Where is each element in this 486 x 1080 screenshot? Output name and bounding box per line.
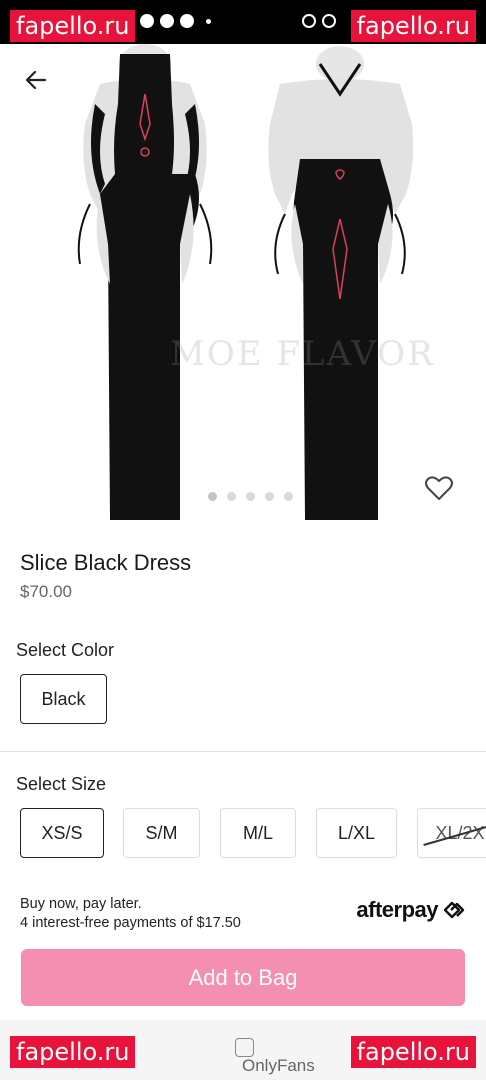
system-icons	[302, 14, 336, 28]
product-price: $70.00	[20, 582, 72, 601]
favorite-button[interactable]	[424, 474, 456, 506]
notification-icons	[140, 14, 211, 28]
pay-later-line2: 4 interest-free payments of $17.50	[20, 915, 241, 931]
pay-later-info: Buy now, pay later. 4 interest-free paym…	[20, 895, 241, 933]
more-notifications-icon	[206, 18, 211, 24]
alarm-icon	[302, 14, 316, 28]
pagination-dot[interactable]	[284, 492, 293, 501]
front-view-image	[77, 44, 213, 520]
add-to-bag-button[interactable]: Add to Bag	[21, 949, 465, 1006]
pagination-dot[interactable]	[265, 492, 274, 501]
watermark-bottom-right: fapello.ru	[350, 1036, 476, 1068]
size-option-label: M/L	[242, 822, 273, 843]
select-size-label: Select Size	[16, 774, 107, 794]
back-view-image	[268, 46, 414, 520]
afterpay-logo: afterpay	[356, 897, 466, 923]
size-option-m-l[interactable]: M/L	[220, 808, 296, 858]
pagination-dot[interactable]	[227, 492, 236, 501]
pagination-dot[interactable]	[208, 492, 217, 501]
facebook-icon	[180, 14, 194, 28]
size-option-xs-s[interactable]: XS/S	[20, 808, 104, 858]
select-color-label: Select Color	[16, 640, 115, 660]
bottom-nav-label: OnlyFans	[242, 1056, 315, 1075]
size-option-label: S/M	[145, 822, 178, 843]
watermark-top-right: fapello.ru	[350, 10, 476, 42]
size-option-s-m[interactable]: S/M	[123, 808, 200, 858]
heart-icon	[425, 476, 453, 500]
divider	[0, 751, 486, 752]
pagination-dot[interactable]	[246, 492, 255, 501]
notification-icon	[140, 14, 154, 28]
image-pagination-dots[interactable]	[208, 492, 293, 501]
size-option-l-xl[interactable]: L/XL	[316, 808, 397, 858]
size-option-label: XS/S	[41, 822, 83, 843]
afterpay-arrows-icon	[443, 901, 465, 919]
afterpay-wordmark: afterpay	[356, 897, 438, 922]
arrow-left-icon	[25, 70, 47, 90]
mute-icon	[322, 14, 336, 28]
watermark-bottom-left: fapello.ru	[10, 1036, 136, 1068]
product-images	[77, 44, 414, 520]
brand-logo-watermark: MOE FLAVOR	[170, 334, 435, 374]
product-image-gallery[interactable]: MOE FLAVOR	[0, 44, 486, 530]
facebook-icon	[160, 14, 174, 28]
home-icon[interactable]	[235, 1038, 254, 1057]
size-option-label: L/XL	[337, 822, 376, 843]
back-button[interactable]	[20, 64, 52, 96]
product-title: Slice Black Dress	[20, 550, 192, 575]
watermark-top-left: fapello.ru	[10, 10, 136, 42]
pay-later-line1: Buy now, pay later.	[20, 896, 142, 912]
size-option-xl-2x-unavailable[interactable]: XL/2X	[417, 808, 486, 858]
color-option-black[interactable]: Black	[20, 674, 107, 724]
color-option-label: Black	[41, 688, 86, 709]
